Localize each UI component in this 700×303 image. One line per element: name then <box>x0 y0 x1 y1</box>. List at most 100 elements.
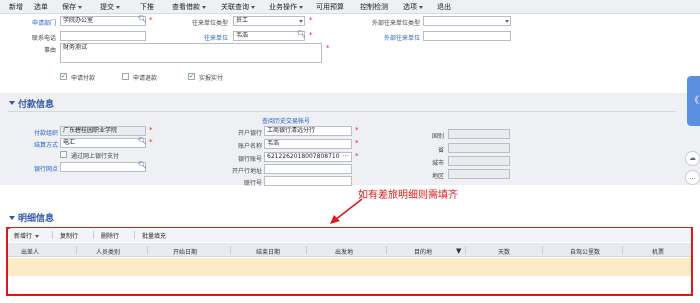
menu-business-ops[interactable]: 业务操作 <box>269 2 303 12</box>
apply-pay-checkbox[interactable]: ✓ <box>60 73 67 80</box>
external-partner-label: 外部往来单位 <box>383 35 420 42</box>
required-mark: * <box>149 16 153 24</box>
bank-branch-input[interactable] <box>60 162 146 172</box>
col-days[interactable]: 天数 <box>498 247 510 256</box>
col-start-date[interactable]: 开始日期 <box>173 247 197 256</box>
required-mark: * <box>355 126 359 134</box>
contact-type-label: 往来单位类型 <box>191 20 228 27</box>
external-type-select[interactable] <box>423 16 511 26</box>
menu-new[interactable]: 新增 <box>9 2 23 12</box>
menu-available-budget[interactable]: 可用预算 <box>316 2 344 12</box>
more-icon[interactable]: … <box>342 150 349 158</box>
collapse-arrow-icon[interactable] <box>9 101 15 105</box>
col-departure[interactable]: 出发地 <box>335 247 353 256</box>
district-input[interactable] <box>448 169 510 179</box>
phone-label: 联系电话 <box>31 35 56 42</box>
account-no-input[interactable]: 6212262018007808710 <box>264 152 352 162</box>
menu-options-label: 选项 <box>403 3 417 11</box>
side-collapse-tab[interactable]: 《 <box>687 76 700 126</box>
menu-select-label: 选单 <box>34 3 48 11</box>
city-input[interactable] <box>448 156 510 166</box>
history-account-link[interactable]: 查阅历史交易帐号 <box>262 116 310 125</box>
required-mark: * <box>149 126 153 134</box>
partner-input[interactable]: 韦浩 <box>233 31 305 41</box>
col-traveler[interactable]: 出差人 <box>21 247 39 256</box>
apply-pay-label: 申请付款 <box>71 75 96 82</box>
col-self-drive-km[interactable]: 自驾公里数 <box>570 247 600 256</box>
payment-section-title: 付款信息 <box>18 100 55 110</box>
chevron-down-icon <box>78 5 82 9</box>
add-row-button[interactable]: 新增行 <box>14 231 40 240</box>
search-icon[interactable]: 🔍︎ <box>297 30 306 38</box>
country-input[interactable] <box>448 129 510 139</box>
pay-org-input[interactable]: 广东碧桂园职业学院 <box>60 126 146 136</box>
copy-row-button[interactable]: 复制行 <box>60 231 78 240</box>
open-bank-label: 开户银行 <box>237 130 262 137</box>
menu-exit[interactable]: 退出 <box>437 2 451 12</box>
external-partner-input[interactable] <box>423 31 511 41</box>
chat-icon[interactable]: … <box>685 170 700 185</box>
menu-select[interactable]: 选单 <box>34 2 48 12</box>
open-addr-input[interactable] <box>264 164 352 174</box>
partner-label: 往来单位 <box>203 35 228 42</box>
section-divider <box>8 111 676 112</box>
bank-no-input[interactable] <box>264 176 352 186</box>
apply-dept-input[interactable]: 学院办公室 <box>60 16 146 26</box>
actual-report-checkbox[interactable]: ✓ <box>188 73 195 80</box>
toolbar-divider <box>52 231 53 239</box>
menu-save[interactable]: 保存 <box>62 2 82 12</box>
bank-no-label: 联行号 <box>243 180 262 187</box>
phone-input[interactable] <box>60 31 146 41</box>
menu-available-budget-label: 可用预算 <box>316 3 344 11</box>
required-mark: * <box>149 138 153 146</box>
province-label: 省 <box>437 147 444 154</box>
apply-refund-label: 申请退款 <box>133 75 158 82</box>
collapse-arrow-icon[interactable] <box>9 216 15 220</box>
search-icon[interactable]: 🔍︎ <box>138 161 147 169</box>
col-air-ticket[interactable]: 机票 <box>652 247 664 256</box>
detail-toolbar: 新增行 复制行 删除行 批量填充 <box>10 228 691 242</box>
filter-icon[interactable]: ▼ <box>456 247 461 255</box>
col-divider <box>306 246 307 254</box>
delete-row-button[interactable]: 删除行 <box>101 231 119 240</box>
search-icon[interactable]: 🔍︎ <box>138 137 147 145</box>
col-staff-type[interactable]: 人员类别 <box>96 247 120 256</box>
menu-save-label: 保存 <box>62 3 76 11</box>
menu-business-ops-label: 业务操作 <box>269 3 297 11</box>
table-row[interactable] <box>8 258 691 276</box>
col-end-date[interactable]: 结束日期 <box>256 247 280 256</box>
col-divider <box>542 246 543 254</box>
batch-fill-button[interactable]: 批量填充 <box>142 231 166 240</box>
contact-type-select[interactable]: 员工 <box>233 16 305 26</box>
account-name-label: 账户名称 <box>237 143 262 150</box>
settle-method-input[interactable]: 电汇 <box>60 138 146 148</box>
menu-push-down-label: 下推 <box>140 3 154 11</box>
reason-textarea[interactable]: 财务测试 <box>60 43 322 63</box>
online-pay-checkbox[interactable] <box>60 151 67 158</box>
menu-push-down[interactable]: 下推 <box>140 2 154 12</box>
apply-refund-checkbox[interactable] <box>122 73 129 80</box>
menu-related-query[interactable]: 关联查询 <box>221 2 255 12</box>
collapse-left-icon: 《 <box>690 96 700 106</box>
detail-section-title: 明细信息 <box>18 214 55 224</box>
menu-related-query-label: 关联查询 <box>221 3 249 11</box>
col-divider <box>230 246 231 254</box>
menu-control-check[interactable]: 控制检测 <box>360 2 388 12</box>
col-divider <box>76 246 77 254</box>
required-mark: * <box>309 31 313 39</box>
menu-view-loan[interactable]: 查看借款 <box>172 2 206 12</box>
actual-report-label: 实报实付 <box>199 75 224 82</box>
col-divider <box>465 246 466 254</box>
col-destination[interactable]: 目的地 <box>414 247 432 256</box>
menu-options[interactable]: 选项 <box>403 2 423 12</box>
search-icon[interactable]: 🔍︎ <box>138 15 147 23</box>
account-name-input[interactable]: 韦浩 <box>264 139 352 149</box>
menu-submit[interactable]: 提交 <box>100 2 120 12</box>
province-input[interactable] <box>448 143 510 153</box>
open-bank-input[interactable]: 工商银行清远分行 <box>264 126 352 136</box>
required-mark: * <box>355 139 359 147</box>
add-row-label: 新增行 <box>14 233 33 240</box>
toolbar-divider <box>93 231 94 239</box>
cloud-icon[interactable]: ☁ <box>685 151 700 166</box>
menu-new-label: 新增 <box>9 3 23 11</box>
